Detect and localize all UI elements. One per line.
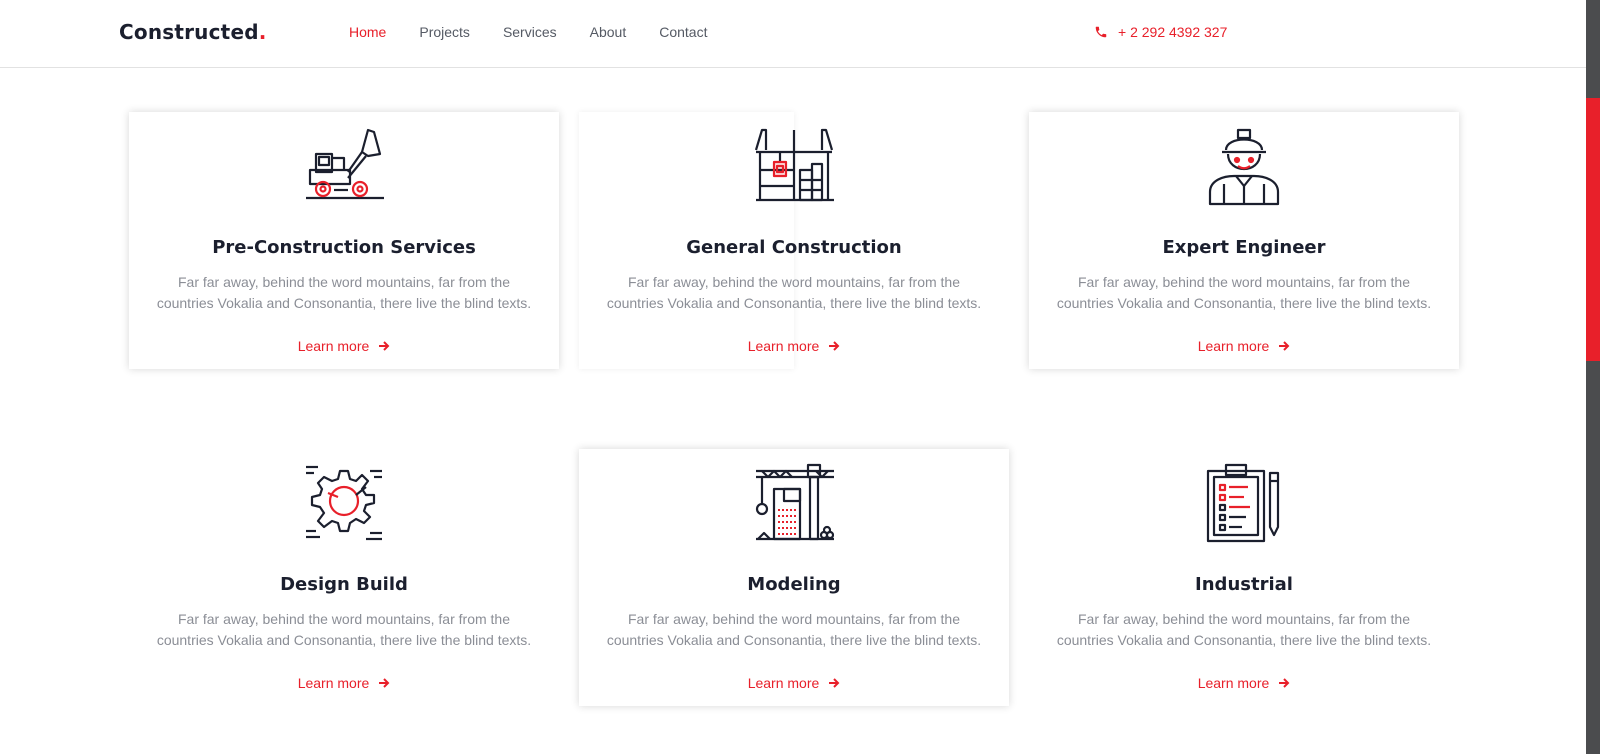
top-navbar: Constructed. Home Projects Services Abou… [0,0,1586,68]
learn-more-label: Learn more [297,338,370,354]
clipboard-icon [1206,463,1280,543]
arrow-right-icon [829,341,840,351]
brand-logo[interactable]: Constructed. [119,20,267,44]
arrow-right-icon [379,341,390,351]
phone-icon [1095,26,1107,38]
learn-more-link[interactable]: Learn more [129,338,559,354]
main-nav: Home Projects Services About Contact [349,24,740,40]
learn-more-label: Learn more [1197,338,1270,354]
service-description: Far far away, behind the word mountains,… [606,611,982,648]
service-title: Expert Engineer [1162,237,1326,258]
learn-more-label: Learn more [747,338,820,354]
phone-number: + 2 292 4392 327 [1118,24,1228,40]
engineer-icon [1208,128,1280,206]
service-card-expert-engineer: Expert Engineer Far far away, behind the… [1029,112,1459,369]
service-card-general-construction: General Construction Far far away, behin… [579,112,1009,369]
scrollbar-thumb[interactable] [1586,98,1600,361]
service-description: Far far away, behind the word mountains,… [1056,611,1432,648]
page-scrollbar[interactable] [1586,0,1600,754]
bulldozer-icon [306,128,384,200]
crane-building-icon [754,128,834,202]
nav-about[interactable]: About [590,24,627,40]
nav-services[interactable]: Services [503,24,557,40]
phone-contact[interactable]: + 2 292 4392 327 [1094,24,1227,40]
learn-more-link[interactable]: Learn more [1029,675,1459,691]
service-card-industrial: Industrial Far far away, behind the word… [1029,449,1459,706]
learn-more-label: Learn more [747,675,820,691]
nav-contact[interactable]: Contact [659,24,707,40]
service-description: Far far away, behind the word mountains,… [1056,274,1432,311]
service-title: General Construction [686,237,902,258]
service-card-design-build: Design Build Far far away, behind the wo… [129,449,559,706]
service-title: Pre-Construction Services [212,237,476,258]
service-description: Far far away, behind the word mountains,… [606,274,982,311]
arrow-right-icon [1279,678,1290,688]
tower-crane-icon [755,463,834,541]
arrow-right-icon [1279,341,1290,351]
nav-projects[interactable]: Projects [419,24,470,40]
service-card-modeling: Modeling Far far away, behind the word m… [579,449,1009,706]
gear-icon [306,465,382,541]
service-title: Modeling [747,574,841,595]
arrow-right-icon [829,678,840,688]
learn-more-link[interactable]: Learn more [129,675,559,691]
service-description: Far far away, behind the word mountains,… [156,611,532,648]
nav-home[interactable]: Home [349,24,386,40]
service-description: Far far away, behind the word mountains,… [156,274,532,311]
service-title: Industrial [1195,574,1293,595]
service-title: Design Build [280,574,408,595]
arrow-right-icon [379,678,390,688]
learn-more-label: Learn more [1197,675,1270,691]
learn-more-link[interactable]: Learn more [1029,338,1459,354]
learn-more-link[interactable]: Learn more [579,338,1009,354]
learn-more-link[interactable]: Learn more [579,675,1009,691]
learn-more-label: Learn more [297,675,370,691]
service-card-pre-construction: Pre-Construction Services Far far away, … [129,112,559,369]
